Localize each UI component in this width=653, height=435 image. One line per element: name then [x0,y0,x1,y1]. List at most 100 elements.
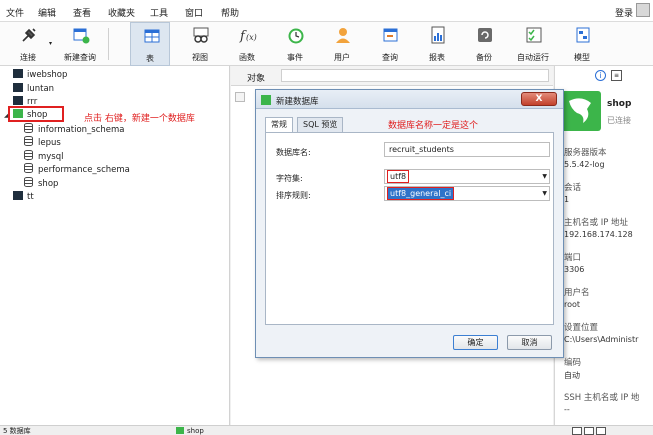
database-icon [24,150,33,160]
menu-view[interactable]: 查看 [73,6,91,19]
info-key-port: 端口 [564,253,582,263]
info-panel: i ≡ shop 已连接 服务器版本 5.5.42-log 会话 1 主机名或 … [554,66,653,425]
database-performance-schema[interactable]: performance_schema [24,163,130,176]
connection-tt[interactable]: tt [13,191,34,204]
info-value-host: 192.168.174.128 [564,230,633,239]
er-view-icon[interactable] [596,427,606,435]
info-key-sessions: 会话 [564,183,582,193]
charset-select[interactable]: utf8 ▼ [384,169,550,184]
shop-highlight-box [8,106,64,122]
info-icon[interactable]: i [595,70,606,81]
dialog-title-bar[interactable]: 新建数据库 X [256,90,563,109]
database-information-schema[interactable]: information_schema [24,123,125,136]
charset-label: 字符集: [276,174,303,183]
menu-tools[interactable]: 工具 [150,6,168,19]
info-value-encoding: 自动 [564,371,580,380]
menu-bar: 文件 编辑 查看 收藏夹 工具 窗口 帮助 登录 [0,0,653,22]
object-filter-field[interactable] [281,69,549,82]
avatar[interactable] [636,3,650,17]
report-button[interactable]: 报表 [417,22,457,66]
new-database-dialog: 新建数据库 X 常规 SQL 预览 数据库名称一定是这个 数据库名: recru… [255,89,564,358]
connection-tree: iwebshop luntan rrr ◢ shop 点击 右键，新建一个数据库… [0,66,230,425]
backup-icon [478,28,492,42]
connection-name: shop [607,99,632,109]
info-value-sessions: 1 [564,195,570,204]
query-icon [383,28,398,42]
database-lepus[interactable]: lepus [24,136,61,149]
toolbar-divider [108,28,109,60]
menu-window[interactable]: 窗口 [185,6,203,19]
info-key-settings-location: 设置位置 [564,323,599,333]
tab-objects[interactable]: 对象 [247,71,265,84]
report-icon [431,26,445,44]
connection-icon [13,69,23,78]
ok-button[interactable]: 确定 [453,335,498,350]
chevron-down-icon: ▼ [542,173,547,180]
new-query-button[interactable]: 新建查询 [60,22,100,66]
database-mysql[interactable]: mysql [24,150,64,163]
collation-select[interactable]: utf8_general_ci ▼ [384,186,550,201]
tab-sql-preview[interactable]: SQL 预览 [297,117,344,132]
connection-iwebshop[interactable]: iwebshop [13,69,67,82]
database-icon [24,123,33,133]
info-value-username: root [564,300,581,309]
connect-button[interactable]: 连接 [8,22,48,66]
toolbar: 连接 ▾ 新建查询 表 视图 f (x) 函数 事件 用户 查询 报表 备份 自动… [0,22,653,66]
menu-file[interactable]: 文件 [6,6,24,19]
query-button[interactable]: 查询 [370,22,410,66]
connection-status: 已连接 [607,116,631,125]
collation-label: 排序规则: [276,191,311,200]
view-mode-switcher[interactable] [572,427,652,435]
info-key-host: 主机名或 IP 地址 [564,218,629,228]
connect-dropdown-icon[interactable]: ▾ [49,40,52,47]
info-value-ssh-host: -- [564,405,570,414]
close-button[interactable]: X [521,92,557,106]
login-link[interactable]: 登录 [615,6,633,19]
database-shop[interactable]: shop [24,177,58,190]
event-button[interactable]: 事件 [275,22,315,66]
database-icon [24,177,33,187]
menu-favorites[interactable]: 收藏夹 [108,6,135,19]
ddl-icon[interactable]: ≡ [611,70,622,81]
chevron-down-icon: ▼ [542,190,547,197]
db-name-field[interactable]: recruit_students [384,142,550,157]
general-tab-panel: 数据库名: recruit_students 字符集: utf8 ▼ 排序规则: … [265,132,554,325]
database-count: 5 数据库 [3,427,31,435]
info-key-encoding: 编码 [564,358,582,368]
object-tab-bar: 对象 [231,66,553,86]
automation-button[interactable]: 自动运行 [513,22,553,66]
connection-icon [13,83,23,92]
status-connection: shop [176,426,204,435]
menu-help[interactable]: 帮助 [221,6,239,19]
view-button[interactable]: 视图 [180,22,220,66]
backup-button[interactable]: 备份 [464,22,504,66]
charset-value: utf8 [387,170,410,183]
tab-general[interactable]: 常规 [265,117,293,133]
event-clock-icon [288,28,304,44]
list-view-icon[interactable] [572,427,582,435]
info-key-server-version: 服务器版本 [564,148,607,158]
connection-icon [13,191,23,200]
dialog-annotation: 数据库名称一定是这个 [388,121,479,131]
model-button[interactable]: 模型 [562,22,602,66]
menu-edit[interactable]: 编辑 [38,6,56,19]
model-icon [576,27,590,43]
new-query-icon [73,28,90,44]
table-icon [144,29,160,43]
user-button[interactable]: 用户 [322,22,362,66]
info-value-server-version: 5.5.42-log [564,160,605,169]
database-icon [261,95,271,105]
cancel-button[interactable]: 取消 [507,335,552,350]
open-table-icon[interactable] [235,92,245,102]
svg-text:(x): (x) [246,33,257,42]
connection-status-icon [176,427,184,434]
table-button[interactable]: 表 [130,22,170,66]
collation-value: utf8_general_ci [387,187,455,200]
function-button[interactable]: f (x) 函数 [227,22,267,66]
detail-view-icon[interactable] [584,427,594,435]
view-icon [193,27,209,43]
connection-luntan[interactable]: luntan [13,83,54,96]
plug-icon [22,28,36,42]
db-name-label: 数据库名: [276,148,311,157]
info-key-username: 用户名 [564,288,590,298]
